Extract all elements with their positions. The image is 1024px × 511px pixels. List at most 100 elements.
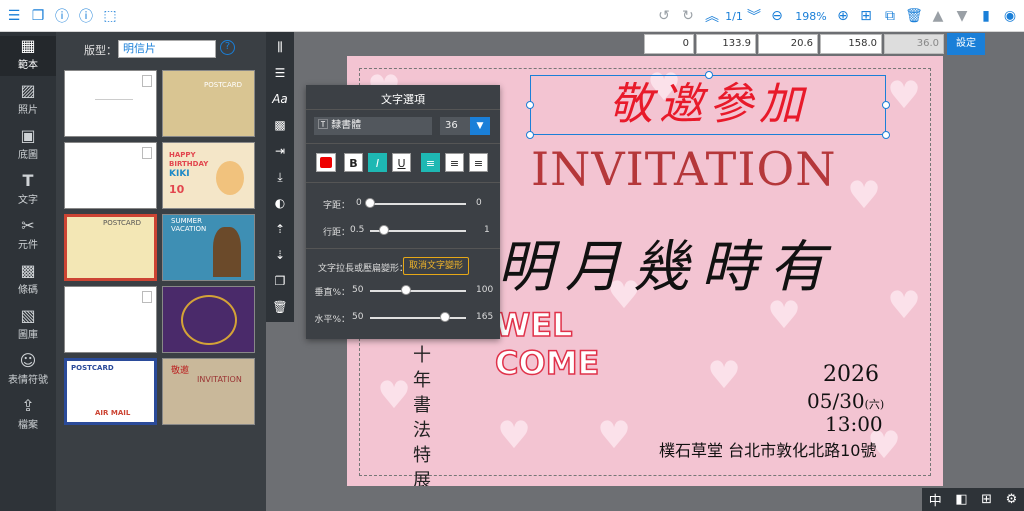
preview-eye-icon[interactable]: ◉ [1002,6,1018,26]
nav-elements[interactable]: ✂ 元件 [0,216,56,256]
trash-icon[interactable]: 🗑 [905,6,923,26]
add-page-icon[interactable]: ⊞ [858,6,874,26]
nav-files[interactable]: ⇪ 檔案 [0,396,56,436]
rotation-field[interactable]: 36.0 [884,34,944,54]
redo-icon[interactable]: ↻ [680,6,696,26]
width-field[interactable]: 20.6 [758,34,818,54]
resize-handle[interactable] [526,131,534,139]
settings-gear-icon[interactable]: ⚙ [1006,492,1018,507]
font-size-field[interactable]: 36 [440,117,470,135]
slider-knob[interactable] [379,225,390,235]
time-text[interactable]: 13:00 [825,412,883,436]
upload-icon: ⇪ [21,396,35,415]
template-panel: 版型： 明信片 ? POSTCARD HAPPY BIRTHDAY KIKI 1… [56,32,266,511]
align-bottom-icon[interactable]: ⤓ [266,166,294,188]
template-thumb-10[interactable]: 敬邀 INVITATION [162,358,255,425]
move-up-icon[interactable]: ▲ [930,6,946,26]
nav-emoji[interactable]: ☺ 表情符號 [0,351,56,391]
align-right-icon[interactable]: ⇥ [266,140,294,162]
info-icon[interactable]: ⓘ [78,6,94,26]
line-spacing-slider[interactable]: 行距： 0.5 1 [306,224,500,238]
align-right-icon[interactable]: ≡ [469,153,488,172]
template-thumb-1[interactable] [64,70,157,137]
welcome-text[interactable]: WEL COME [494,305,600,383]
template-thumb-7[interactable] [64,286,157,353]
emoji-icon: ☺ [19,351,37,370]
template-thumb-4[interactable]: HAPPY BIRTHDAY KIKI 10 [162,142,255,209]
nav-text[interactable]: T 文字 [0,171,56,211]
slider-knob[interactable] [439,312,450,322]
help-icon[interactable]: ⓘ [54,6,70,26]
slider-knob[interactable] [365,198,375,208]
text-color-swatch[interactable] [316,153,336,172]
bookmark-icon[interactable]: ▮ [978,6,994,26]
zoom-level[interactable]: 198% [788,6,834,26]
layer-down-icon[interactable]: ⇣ [266,244,294,266]
nav-photos[interactable]: ▨ 照片 [0,81,56,121]
page-up-icon[interactable]: ︽ [704,6,720,26]
template-thumb-5[interactable]: POSTCARD [64,214,157,281]
height-field[interactable]: 158.0 [820,34,882,54]
delete-icon[interactable]: 🗑 [266,296,294,318]
help-icon[interactable]: ? [220,40,235,55]
layout-toggle-icon[interactable]: ⊞ [981,492,992,507]
letter-spacing-slider[interactable]: 字距： 0 0 [306,197,500,211]
language-toggle[interactable]: 中 [929,490,942,509]
nav-background[interactable]: ▣ 底圖 [0,126,56,166]
move-down-icon[interactable]: ▼ [954,6,970,26]
type-label: 版型： [84,44,117,57]
align-left-icon[interactable]: ≡ [421,153,440,172]
transparency-icon[interactable]: ▩ [266,114,294,136]
type-select[interactable]: 明信片 [118,40,216,58]
duplicate-page-icon[interactable]: ⧉ [882,6,898,26]
duplicate-icon[interactable]: ❐ [266,270,294,292]
resize-handle[interactable] [882,131,890,139]
copy-icon[interactable]: ❐ [30,6,46,26]
calligraphy-text[interactable]: 明月幾時有 [497,222,857,303]
address-text[interactable]: 樸石草堂 台北市敦化北路10號 [659,437,876,461]
font-select[interactable]: 🅃 隸書體 [314,117,432,135]
nav-barcode[interactable]: ▩ 條碼 [0,261,56,301]
slider-knob[interactable] [401,285,412,295]
bold-button[interactable]: B [344,153,363,172]
y-field[interactable]: 133.9 [696,34,756,54]
vertical-scale-slider[interactable]: 垂直%： 50 100 [306,284,500,298]
resize-handle[interactable] [705,71,713,79]
template-thumb-8[interactable] [162,286,255,353]
cancel-transform-button[interactable]: 取消文字變形 [403,257,469,275]
page-indicator: 1/1 [725,9,743,23]
image-icon: ▨ [20,81,36,100]
crop-icon[interactable]: ⬚ [102,6,118,26]
italic-button[interactable]: I [368,153,387,172]
template-thumb-2[interactable]: POSTCARD [162,70,255,137]
layout-icon: ▦ [20,36,36,55]
layer-up-icon[interactable]: ⇡ [266,218,294,240]
contrast-icon[interactable]: ◐ [266,192,294,214]
underline-button[interactable]: U [392,153,411,172]
chevron-down-icon[interactable]: ▼ [470,117,490,135]
invitation-text[interactable]: INVITATION [531,142,871,196]
template-thumb-6[interactable]: SUMMER VACATION [162,214,255,281]
resize-handle[interactable] [882,101,890,109]
panel-toggle-icon[interactable]: ◧ [955,492,967,507]
nav-templates[interactable]: ▦ 範本 [0,36,56,76]
date-text[interactable]: 05/30(六) [807,389,884,413]
menu-icon[interactable]: ☰ [6,6,22,26]
zoom-in-icon[interactable]: ⊕ [834,6,852,26]
align-center-v-icon[interactable]: ⫼ [266,36,294,58]
undo-icon[interactable]: ↺ [656,6,672,26]
set-button[interactable]: 設定 [947,33,985,55]
align-center-h-icon[interactable]: ☰ [266,62,294,84]
horizontal-scale-slider[interactable]: 水平%： 50 165 [306,311,500,325]
x-field[interactable]: 0 [644,34,694,54]
zoom-out-icon[interactable]: ⊖ [768,6,786,26]
resize-handle[interactable] [526,101,534,109]
align-center-icon[interactable]: ≡ [445,153,464,172]
template-thumb-9[interactable]: POSTCARD AIR MAIL [64,358,157,425]
template-thumb-3[interactable] [64,142,157,209]
text-options-icon[interactable]: Aa [266,88,294,110]
nav-gallery[interactable]: ▧ 圖庫 [0,306,56,346]
text-options-panel: 文字選項 🅃 隸書體 36 ▼ B I U ≡ ≡ ≡ 字距： 0 0 行距： … [306,85,500,339]
year-text[interactable]: 2026 [823,362,879,387]
page-down-icon[interactable]: ︾ [746,6,762,26]
